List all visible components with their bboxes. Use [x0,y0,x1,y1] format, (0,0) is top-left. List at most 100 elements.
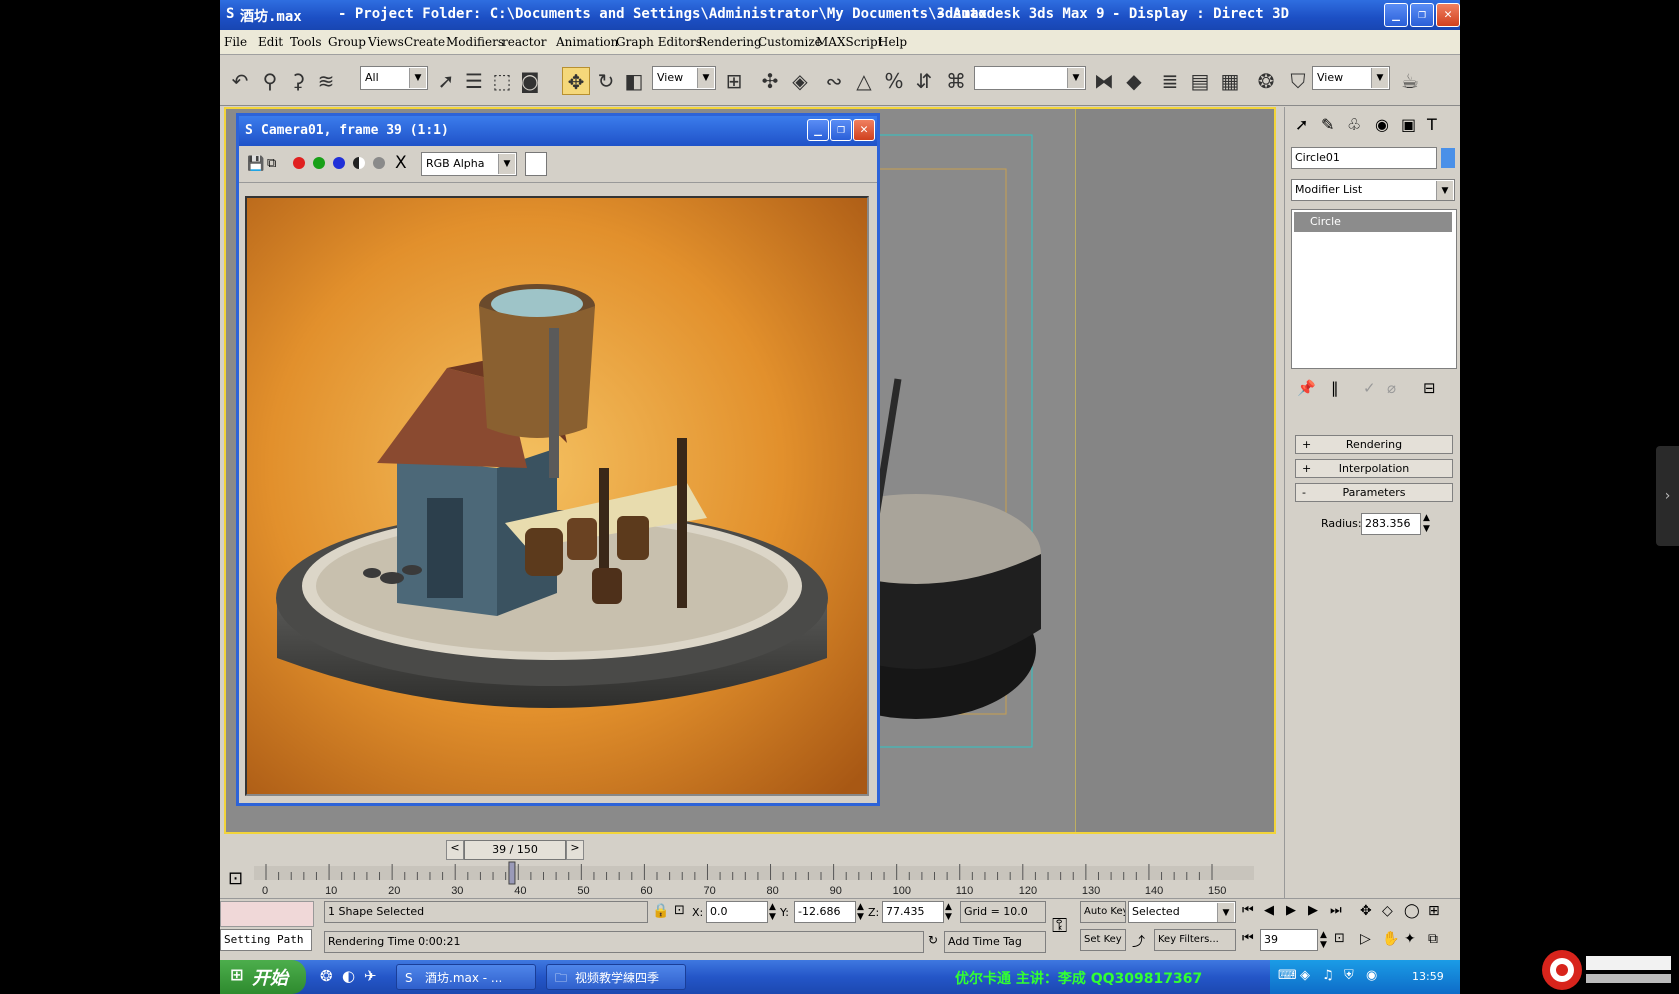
select-link-icon[interactable]: ⚲ [256,67,284,95]
object-name-field[interactable]: Circle01 [1291,147,1437,169]
orbit-icon[interactable]: ◇ [1382,903,1393,919]
menu-group[interactable]: Group [328,35,366,49]
goto-end-icon[interactable]: ⏭ [1330,903,1342,918]
pan-icon[interactable]: ✥ [1360,903,1372,919]
task-folder[interactable]: 🗀 视频教学練四季 [546,964,686,990]
close-button[interactable]: ✕ [1436,3,1460,27]
render-view-dropdown[interactable]: View ▼ [1312,66,1390,90]
key-icon[interactable]: ⚿ [1052,913,1067,937]
red-channel-icon[interactable] [293,157,305,169]
mirror-icon[interactable]: ⧓ [1090,67,1118,95]
material-editor-icon[interactable]: ❂ [1252,67,1280,95]
auto-key-button[interactable]: Auto Key [1080,901,1126,923]
stack-item-circle[interactable]: Circle [1294,212,1452,232]
prev-key-icon[interactable]: ◀ [1264,903,1274,918]
menu-modifiers[interactable]: Modifiers [446,35,504,49]
layer-manager-icon[interactable]: ≣ [1156,67,1184,95]
x-coordinate-field[interactable]: 0.0 [706,901,768,923]
render-scene-icon[interactable]: ⛉ [1284,67,1312,95]
percent-snap-icon[interactable]: % [880,67,908,95]
lock-selection-icon[interactable]: 🔒 [652,903,669,919]
menu-rendering[interactable]: Rendering [698,35,762,49]
menu-edit[interactable]: Edit [258,35,283,49]
align-icon[interactable]: ◆ [1120,67,1148,95]
track-bar[interactable]: ⊡ 0 10 20 30 40 50 60 70 80 90 100 110 120 130 140 150 [220,860,1284,898]
bind-space-warp-icon[interactable]: ≋ [312,67,340,95]
motion-tab-icon[interactable]: ◉ [1375,115,1389,134]
y-spinner-icon[interactable]: ▲ ▼ [857,902,864,922]
x-spinner-icon[interactable]: ▲ ▼ [769,902,776,922]
snap-toggle-icon[interactable]: ∾ [820,67,848,95]
rectangular-selection-icon[interactable]: ⬚ [488,67,516,95]
color-swatch[interactable] [525,152,547,176]
alpha-channel-icon[interactable] [353,157,365,169]
absolute-mode-icon[interactable]: ⊡ [674,903,685,918]
select-scale-icon[interactable]: ◧ [620,67,648,95]
next-frame-arrow[interactable]: > [566,840,584,860]
curve-editor-icon[interactable]: ▤ [1186,67,1214,95]
menu-reactor[interactable]: reactor [502,35,547,49]
channel-display-dropdown[interactable]: RGB Alpha ▼ [421,152,517,176]
quicklaunch-icon-2[interactable]: ◐ [342,967,355,985]
goto-start-icon[interactable]: ⏮ [1242,903,1254,918]
tray-keyboard-icon[interactable]: ⌨ [1278,968,1297,983]
unlink-icon[interactable]: ⚳ [284,67,312,95]
select-rotate-icon[interactable]: ↻ [592,67,620,95]
tray-app-icon[interactable]: ◉ [1366,968,1377,983]
menu-create[interactable]: Create [404,35,445,49]
tray-volume-icon[interactable]: ♫ [1322,968,1334,983]
menu-tools[interactable]: Tools [290,35,322,49]
select-by-name-icon[interactable]: ☰ [460,67,488,95]
current-frame-marker[interactable] [508,861,516,885]
schematic-view-icon[interactable]: ▦ [1216,67,1244,95]
menu-customize[interactable]: Customize [758,35,822,49]
maximize-viewport-icon[interactable]: ⊞ [1428,903,1440,919]
mono-icon[interactable] [373,157,385,169]
orbit-camera-icon[interactable]: ✦ [1404,931,1416,947]
tray-shield-icon[interactable]: ⛨ [1344,968,1354,983]
render-minimize-button[interactable]: _ [807,119,829,141]
quicklaunch-icon-3[interactable]: ✈ [364,967,377,985]
prev-frame-arrow[interactable]: < [446,840,464,860]
spinner-snap-icon[interactable]: ⇵ [910,67,938,95]
quick-render-icon[interactable]: ☕ [1396,67,1424,95]
keyboard-shortcut-icon[interactable]: ◈ [786,67,814,95]
select-manipulate-icon[interactable]: ✣ [756,67,784,95]
green-channel-icon[interactable] [313,157,325,169]
render-maximize-button[interactable]: ❐ [830,119,852,141]
hierarchy-tab-icon[interactable]: ♧ [1347,115,1361,134]
create-tab-icon[interactable]: ➚ [1295,115,1308,134]
remove-modifier-icon[interactable]: ⌀ [1387,379,1396,397]
menu-animation[interactable]: Animation [556,35,618,49]
edit-named-selection-icon[interactable]: ⌘ [942,67,970,95]
menu-file[interactable]: File [224,35,247,49]
menu-maxscript[interactable]: MAXScript [816,35,883,49]
add-time-tag-button[interactable]: Add Time Tag [944,931,1046,953]
maximize-button[interactable]: ❐ [1410,3,1434,27]
rollout-rendering[interactable]: + Rendering [1295,435,1453,454]
named-selection-dropdown[interactable]: ▼ [974,66,1086,90]
start-button[interactable]: ⊞ 开始 [220,960,306,994]
modifier-list-dropdown[interactable]: Modifier List ▼ [1291,179,1455,201]
select-move-icon[interactable]: ✥ [562,67,590,95]
field-of-view-icon[interactable]: ⧉ [1428,931,1438,947]
key-filters-button[interactable]: Key Filters... [1154,929,1236,951]
maxscript-listener-mini[interactable] [220,901,314,927]
pin-stack-icon[interactable]: 📌 [1297,379,1316,397]
make-unique-icon[interactable]: ✓ [1363,379,1376,397]
modify-tab-icon[interactable]: ✎ [1321,115,1334,134]
next-key-icon[interactable]: ▶ [1308,903,1318,918]
configure-sets-icon[interactable]: ⊟ [1423,379,1436,397]
time-config-icon[interactable]: ⊡ [1334,931,1345,946]
default-tangent-icon[interactable]: ⤴ [1132,931,1145,950]
mini-curve-editor-icon[interactable]: ⊡ [228,868,243,889]
object-color-swatch[interactable] [1441,148,1455,168]
show-end-result-icon[interactable]: ‖ [1331,379,1339,397]
key-mode-dropdown[interactable]: Selected ▼ [1128,901,1236,923]
y-coordinate-field[interactable]: -12.686 [794,901,856,923]
angle-snap-icon[interactable]: △ [850,67,878,95]
utilities-tab-icon[interactable]: T [1427,115,1437,134]
clone-window-icon[interactable]: ⧉ [267,156,276,171]
minimize-button[interactable]: _ [1384,3,1408,27]
clear-icon[interactable]: X [395,153,407,173]
